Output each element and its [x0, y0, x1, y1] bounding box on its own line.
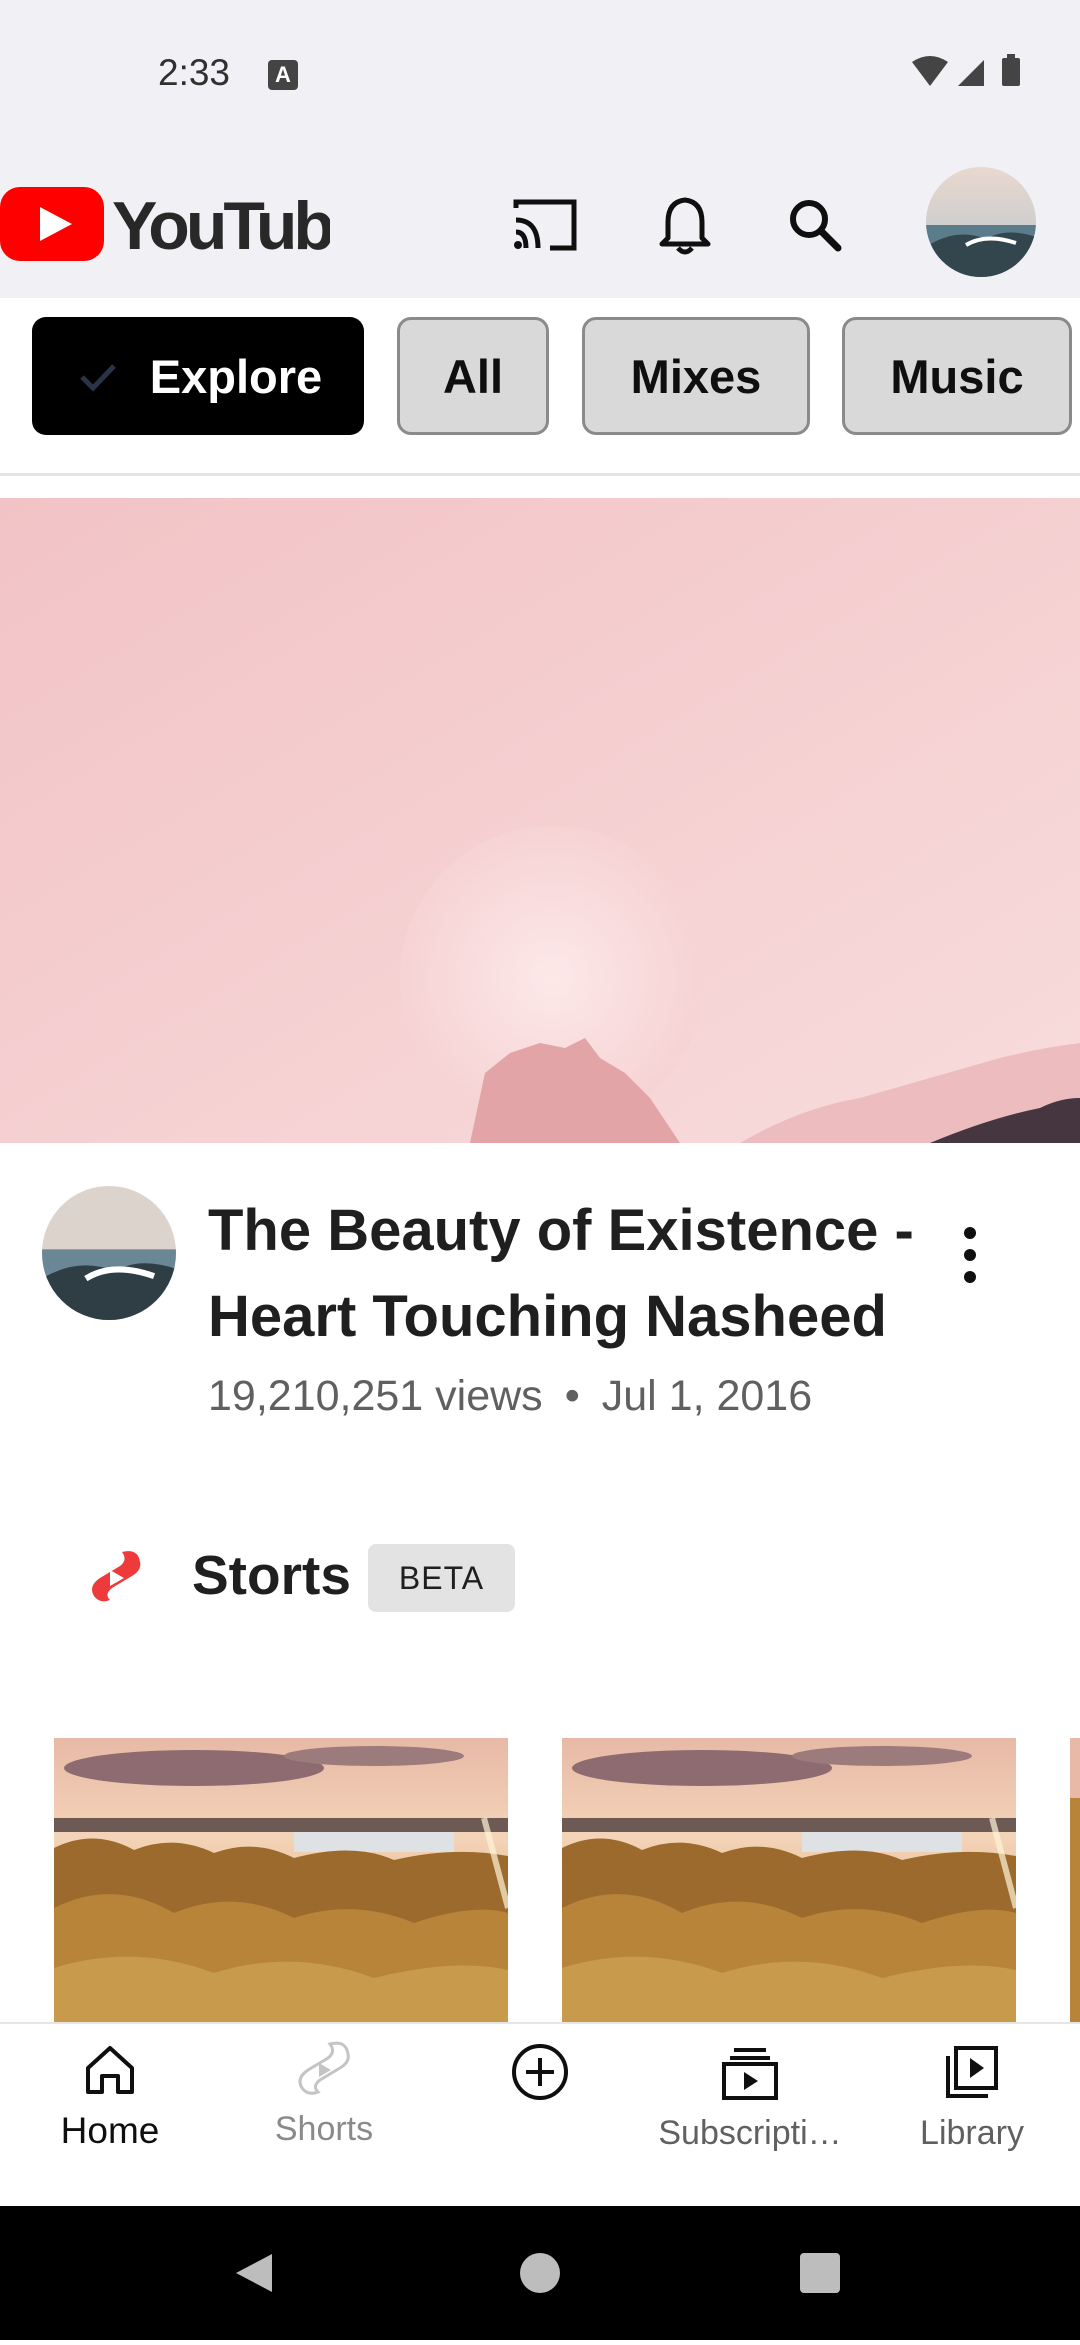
search-icon: [790, 200, 842, 252]
channel-avatar-image: [42, 1186, 176, 1320]
cast-icon: [513, 199, 577, 251]
chip-music[interactable]: Music: [842, 317, 1072, 435]
signal-icon: [958, 60, 984, 86]
back-icon: [236, 2254, 272, 2292]
nav-home[interactable]: Home: [30, 2040, 190, 2200]
nav-label: Library: [920, 2114, 1024, 2152]
cast-button[interactable]: [510, 190, 580, 260]
more-vert-icon: [964, 1227, 976, 1283]
more-options-button[interactable]: [950, 1220, 990, 1290]
short-thumbnail-image: [1070, 1738, 1080, 2022]
youtube-logo-text: YouTube: [112, 188, 330, 264]
youtube-logo-icon: YouTube: [0, 187, 371, 264]
notifications-button[interactable]: [650, 190, 720, 260]
short-thumbnail[interactable]: [1070, 1738, 1080, 2022]
add-circle-icon: [512, 2044, 568, 2100]
avatar-image: [926, 167, 1036, 277]
video-thumbnail[interactable]: [0, 498, 1080, 1143]
shorts-section-title: Storts: [192, 1544, 351, 1606]
nav-library[interactable]: Library: [892, 2040, 1052, 2200]
short-thumbnail[interactable]: [562, 1738, 1016, 2022]
thumbnail-image: [0, 498, 1080, 1143]
chip-explore[interactable]: Explore: [32, 317, 364, 435]
chip-label: All: [442, 349, 504, 403]
nav-label: Home: [60, 2110, 160, 2151]
channel-avatar[interactable]: [42, 1186, 176, 1320]
chip-label: Mixes: [630, 349, 762, 403]
system-nav-icons: [236, 2253, 840, 2293]
publish-date: Jul 1, 2016: [601, 1372, 813, 1420]
nav-create[interactable]: [460, 2040, 620, 2200]
status-time: 2:33: [158, 52, 231, 93]
view-count: 19,210,251 views: [208, 1372, 543, 1420]
video-metadata: 19,210,251 views • Jul 1, 2016: [208, 1372, 812, 1421]
system-navigation-bar: [0, 2206, 1080, 2340]
nav-shorts[interactable]: Shorts: [244, 2040, 404, 2200]
shorts-logo-icon: [92, 1551, 141, 1602]
search-button[interactable]: [780, 190, 850, 260]
nav-subscriptions[interactable]: Subscripti…: [650, 2040, 850, 2200]
home-system-icon: [520, 2253, 560, 2293]
chip-all[interactable]: All: [397, 317, 549, 435]
beta-badge: BETA: [368, 1544, 515, 1612]
nav-label: Subscripti…: [658, 2114, 842, 2152]
video-title[interactable]: The Beauty of Existence - Heart Touching…: [208, 1188, 928, 1360]
meta-separator: •: [564, 1372, 580, 1420]
chip-label: Explore: [149, 349, 323, 403]
check-icon: [80, 364, 116, 392]
wifi-icon: [912, 56, 948, 86]
short-thumbnail[interactable]: [54, 1738, 508, 2022]
battery-icon: [1002, 58, 1020, 86]
shorts-icon: [298, 2041, 350, 2095]
library-icon: [946, 2046, 998, 2098]
youtube-logo[interactable]: YouTube: [0, 185, 371, 265]
account-avatar[interactable]: [926, 167, 1036, 277]
status-icons: [912, 54, 1020, 86]
chip-label: Music: [890, 349, 1024, 403]
recents-icon: [800, 2253, 840, 2293]
bell-icon: [659, 197, 711, 255]
short-thumbnail-image: [54, 1738, 508, 2022]
short-thumbnail-image: [562, 1738, 1016, 2022]
subscriptions-icon: [722, 2048, 778, 2100]
notification-icon: A: [268, 60, 298, 90]
nav-label: Shorts: [274, 2110, 374, 2148]
home-icon: [86, 2046, 134, 2094]
chip-mixes[interactable]: Mixes: [582, 317, 810, 435]
